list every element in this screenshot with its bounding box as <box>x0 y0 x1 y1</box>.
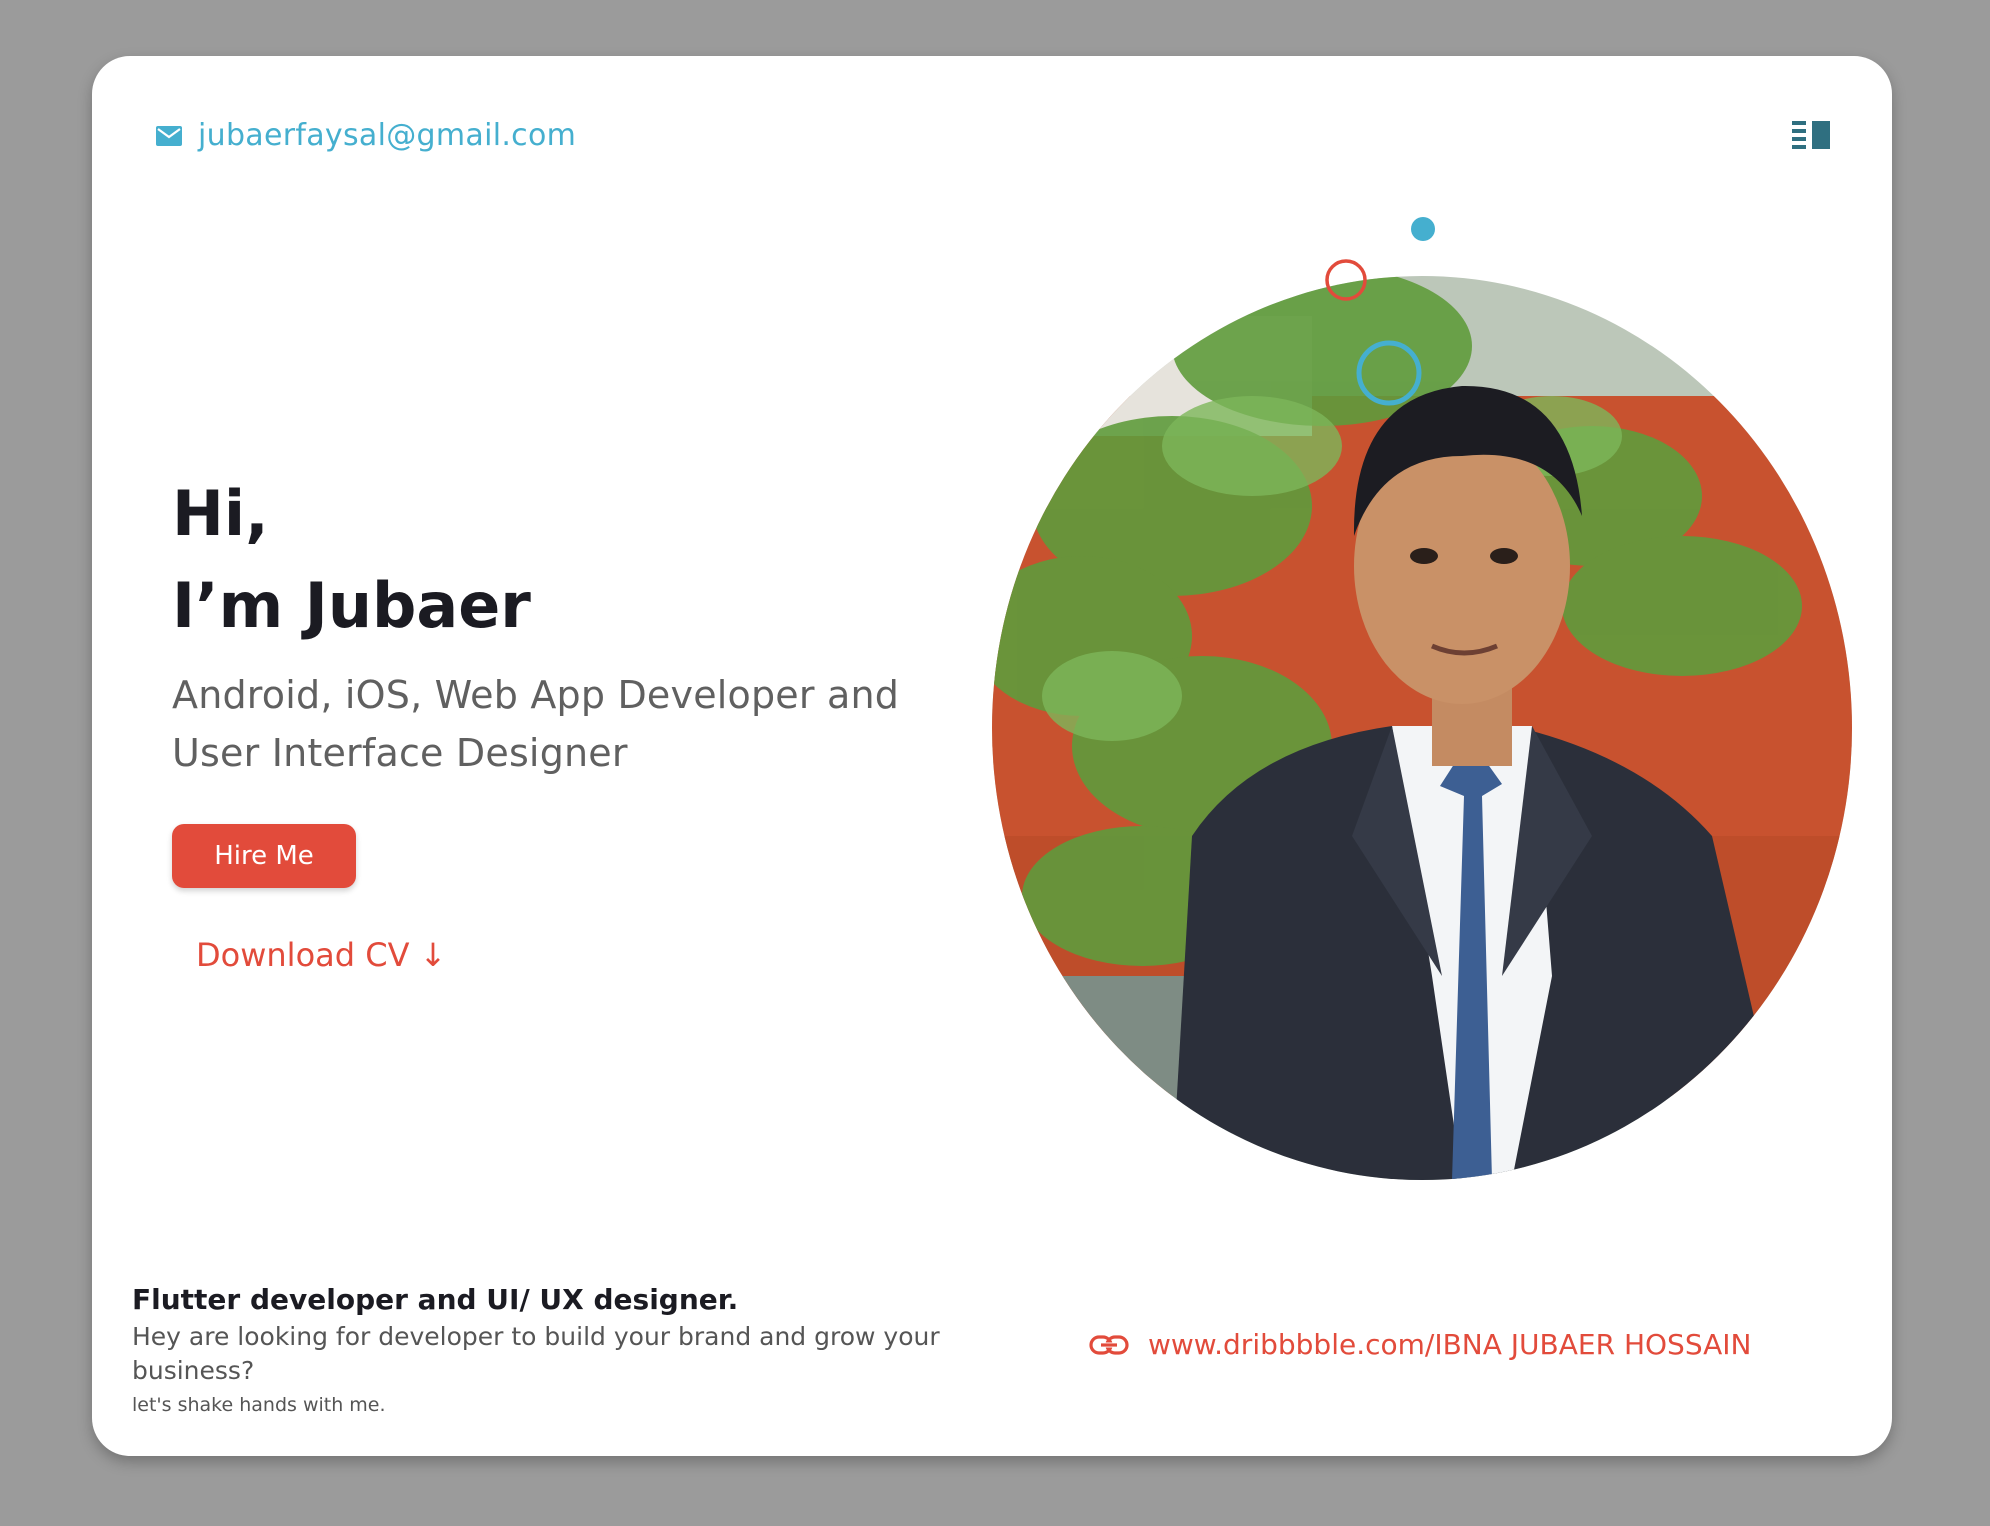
decor-ring-blue-icon <box>1356 340 1422 406</box>
dribbble-link[interactable]: www.dribbbble.com/IBNA JUBAER HOSSAIN <box>1088 1328 1751 1361</box>
menu-icon[interactable] <box>1792 120 1830 150</box>
portfolio-card: jubaerfaysal@gmail.com Hi, I’m Jubaer An… <box>92 56 1892 1456</box>
subtitle-line-1: Android, iOS, Web App Developer and <box>172 673 900 717</box>
greeting-line-1: Hi, <box>172 477 269 550</box>
hire-me-button[interactable]: Hire Me <box>172 824 356 888</box>
email-contact[interactable]: jubaerfaysal@gmail.com <box>156 118 576 153</box>
subtitle-line-2: User Interface Designer <box>172 731 628 775</box>
footer-note: let's shake hands with me. <box>132 1394 386 1416</box>
role-subtitle: Android, iOS, Web App Developer and User… <box>172 666 992 782</box>
footer-description: Hey are looking for developer to build y… <box>132 1322 940 1385</box>
footer-info: Flutter developer and UI/ UX designer. H… <box>132 1280 992 1420</box>
link-icon <box>1089 1334 1129 1355</box>
mail-icon <box>156 125 182 146</box>
greeting-heading: Hi, I’m Jubaer <box>172 468 531 652</box>
profile-photo <box>992 276 1852 1180</box>
download-cv-link[interactable]: Download CV ↓ <box>196 936 446 974</box>
greeting-line-2: I’m Jubaer <box>172 569 531 642</box>
profile-photo-illustration <box>992 276 1852 1180</box>
footer-title: Flutter developer and UI/ UX designer. <box>132 1283 739 1316</box>
decor-dot-icon <box>1411 217 1435 241</box>
decor-ring-red-icon <box>1325 259 1367 301</box>
dribbble-link-text[interactable]: www.dribbbble.com/IBNA JUBAER HOSSAIN <box>1148 1328 1751 1361</box>
email-address[interactable]: jubaerfaysal@gmail.com <box>198 118 576 153</box>
